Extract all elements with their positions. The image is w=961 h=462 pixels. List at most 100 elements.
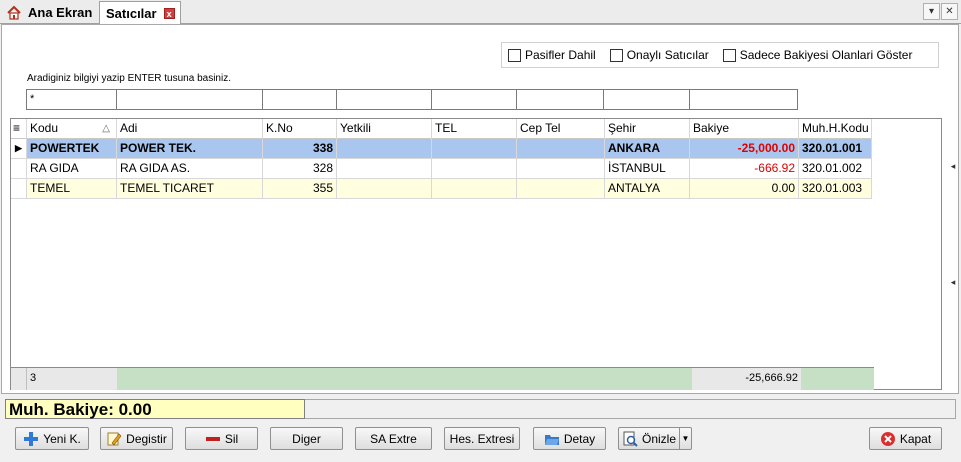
muh-bakiye-display: Muh. Bakiye: 0.00 (5, 399, 305, 419)
yeni-label: Yeni K. (43, 431, 81, 446)
column-header-label: Kodu (30, 121, 59, 135)
chevron-down-icon[interactable]: ▾ (923, 3, 940, 20)
home-icon (7, 5, 21, 20)
summary-spacer (117, 368, 692, 390)
sadece-bakiyesi-checkbox[interactable]: Sadece Bakiyesi Olanlari Göster (722, 48, 912, 62)
saticilar-grid: ≡ Kodu △ Adi K.No Yetkili TEL Cep Tel Şe… (10, 118, 942, 390)
main-panel: Pasifler Dahil Onaylı Satıcılar Sadece B… (1, 24, 959, 394)
cell-adi[interactable]: POWER TEK. (117, 139, 263, 159)
checkbox-box[interactable] (508, 48, 521, 62)
tab-strip: Ana Ekran Satıcılar x ▾ ✕ (0, 0, 961, 25)
cell-tel[interactable] (432, 139, 517, 159)
table-row[interactable]: TEMEL TEMEL TICARET 355 ANTALYA 0.00 320… (11, 179, 872, 199)
column-header-kno[interactable]: K.No (263, 119, 337, 139)
tab-home[interactable]: Ana Ekran (2, 1, 98, 24)
detay-label: Detay (563, 431, 596, 446)
cell-sehir[interactable]: ANKARA (605, 139, 690, 159)
column-header-yetkili[interactable]: Yetkili (337, 119, 432, 139)
degistir-label: Degistir (126, 431, 167, 446)
filter-sehir-input[interactable] (603, 89, 690, 110)
diger-button[interactable]: Diger (270, 427, 343, 450)
degistir-button[interactable]: Degistir (100, 427, 173, 450)
diger-label: Diger (292, 431, 321, 446)
column-header-cep-tel[interactable]: Cep Tel (517, 119, 605, 139)
row-indicator (11, 159, 27, 179)
collapse-left-icon[interactable]: ◂ (947, 271, 959, 293)
cell-muh-kodu[interactable]: 320.01.003 (799, 179, 872, 199)
search-hint: Aradiginiz bilgiyi yazip ENTER tusuna ba… (27, 73, 231, 84)
column-header-kodu[interactable]: Kodu △ (27, 119, 117, 139)
cell-cep[interactable] (517, 139, 605, 159)
onayli-saticilar-label: Onaylı Satıcılar (626, 48, 709, 62)
tab-saticilar-label: Satıcılar (106, 6, 157, 21)
column-header-tel[interactable]: TEL (432, 119, 517, 139)
cell-sehir[interactable]: İSTANBUL (605, 159, 690, 179)
cell-yetkili[interactable] (337, 139, 432, 159)
collapse-left-icon[interactable]: ◂ (947, 155, 959, 177)
minus-icon (205, 436, 220, 441)
hes-extresi-button[interactable]: Hes. Extresi (444, 427, 520, 450)
cell-adi[interactable]: TEMEL TICARET (117, 179, 263, 199)
column-header-sehir[interactable]: Şehir (605, 119, 690, 139)
cell-kno[interactable]: 355 (263, 179, 337, 199)
filter-yetkili-input[interactable] (336, 89, 432, 110)
column-chooser-icon[interactable]: ≡ (11, 119, 27, 139)
folder-icon (544, 434, 559, 445)
cell-tel[interactable] (432, 159, 517, 179)
hes-extresi-label: Hes. Extresi (449, 431, 515, 446)
cell-cep[interactable] (517, 179, 605, 199)
row-indicator-icon: ▶ (11, 139, 27, 159)
column-header-bakiye[interactable]: Bakiye (690, 119, 799, 139)
filter-adi-input[interactable] (116, 89, 263, 110)
grid-summary-row: 3 -25,666.92 (11, 367, 874, 390)
cell-kno[interactable]: 338 (263, 139, 337, 159)
checkbox-box[interactable] (609, 48, 623, 62)
filter-tel-input[interactable] (431, 89, 517, 110)
filter-kno-input[interactable] (262, 89, 337, 110)
yeni-button[interactable]: Yeni K. (15, 427, 89, 450)
onizle-dropdown-button[interactable]: ▼ (679, 427, 692, 450)
filter-options: Pasifler Dahil Onaylı Satıcılar Sadece B… (501, 42, 939, 68)
cell-kno[interactable]: 328 (263, 159, 337, 179)
table-row[interactable]: ▶ POWERTEK POWER TEK. 338 ANKARA -25,000… (11, 139, 872, 159)
column-header-adi[interactable]: Adi (117, 119, 263, 139)
kapat-button[interactable]: Kapat (869, 427, 942, 450)
cell-tel[interactable] (432, 179, 517, 199)
kapat-label: Kapat (899, 431, 932, 446)
grid-header: ≡ Kodu △ Adi K.No Yetkili TEL Cep Tel Şe… (11, 119, 872, 139)
checkbox-box[interactable] (722, 48, 736, 62)
plus-icon (24, 431, 39, 446)
cell-yetkili[interactable] (337, 179, 432, 199)
cell-sehir[interactable]: ANTALYA (605, 179, 690, 199)
filter-cep-input[interactable] (516, 89, 604, 110)
table-row[interactable]: RA GIDA RA GIDA AS. 328 İSTANBUL -666.92… (11, 159, 872, 179)
chevron-down-icon: ▼ (681, 434, 690, 443)
tab-home-label: Ana Ekran (28, 5, 93, 20)
summary-end (801, 368, 874, 390)
summary-indicator (11, 368, 27, 390)
detay-button[interactable]: Detay (533, 427, 606, 450)
cell-kodu[interactable]: POWERTEK (27, 139, 117, 159)
cell-bakiye[interactable]: -666.92 (690, 159, 799, 179)
pasifler-dahil-checkbox[interactable]: Pasifler Dahil (508, 48, 596, 62)
cell-bakiye[interactable]: 0.00 (690, 179, 799, 199)
cell-yetkili[interactable] (337, 159, 432, 179)
onizle-label: Önizle (641, 431, 676, 446)
onizle-button[interactable]: Önizle (618, 427, 679, 450)
tab-close-icon[interactable]: x (163, 8, 175, 19)
cell-muh-kodu[interactable]: 320.01.002 (799, 159, 872, 179)
sa-extre-button[interactable]: SA Extre (355, 427, 432, 450)
sil-button[interactable]: Sil (185, 427, 258, 450)
cell-muh-kodu[interactable]: 320.01.001 (799, 139, 872, 159)
cell-kodu[interactable]: RA GIDA (27, 159, 117, 179)
cell-bakiye[interactable]: -25,000.00 (690, 139, 799, 159)
filter-bakiye-input[interactable] (689, 89, 798, 110)
filter-kodu-input[interactable]: * (26, 89, 117, 110)
tab-saticilar[interactable]: Satıcılar x (99, 1, 181, 25)
close-icon[interactable]: ✕ (941, 3, 958, 20)
column-header-muh-kodu[interactable]: Muh.H.Kodu (799, 119, 872, 139)
cell-kodu[interactable]: TEMEL (27, 179, 117, 199)
onayli-saticilar-checkbox[interactable]: Onaylı Satıcılar (609, 48, 709, 62)
cell-adi[interactable]: RA GIDA AS. (117, 159, 263, 179)
cell-cep[interactable] (517, 159, 605, 179)
